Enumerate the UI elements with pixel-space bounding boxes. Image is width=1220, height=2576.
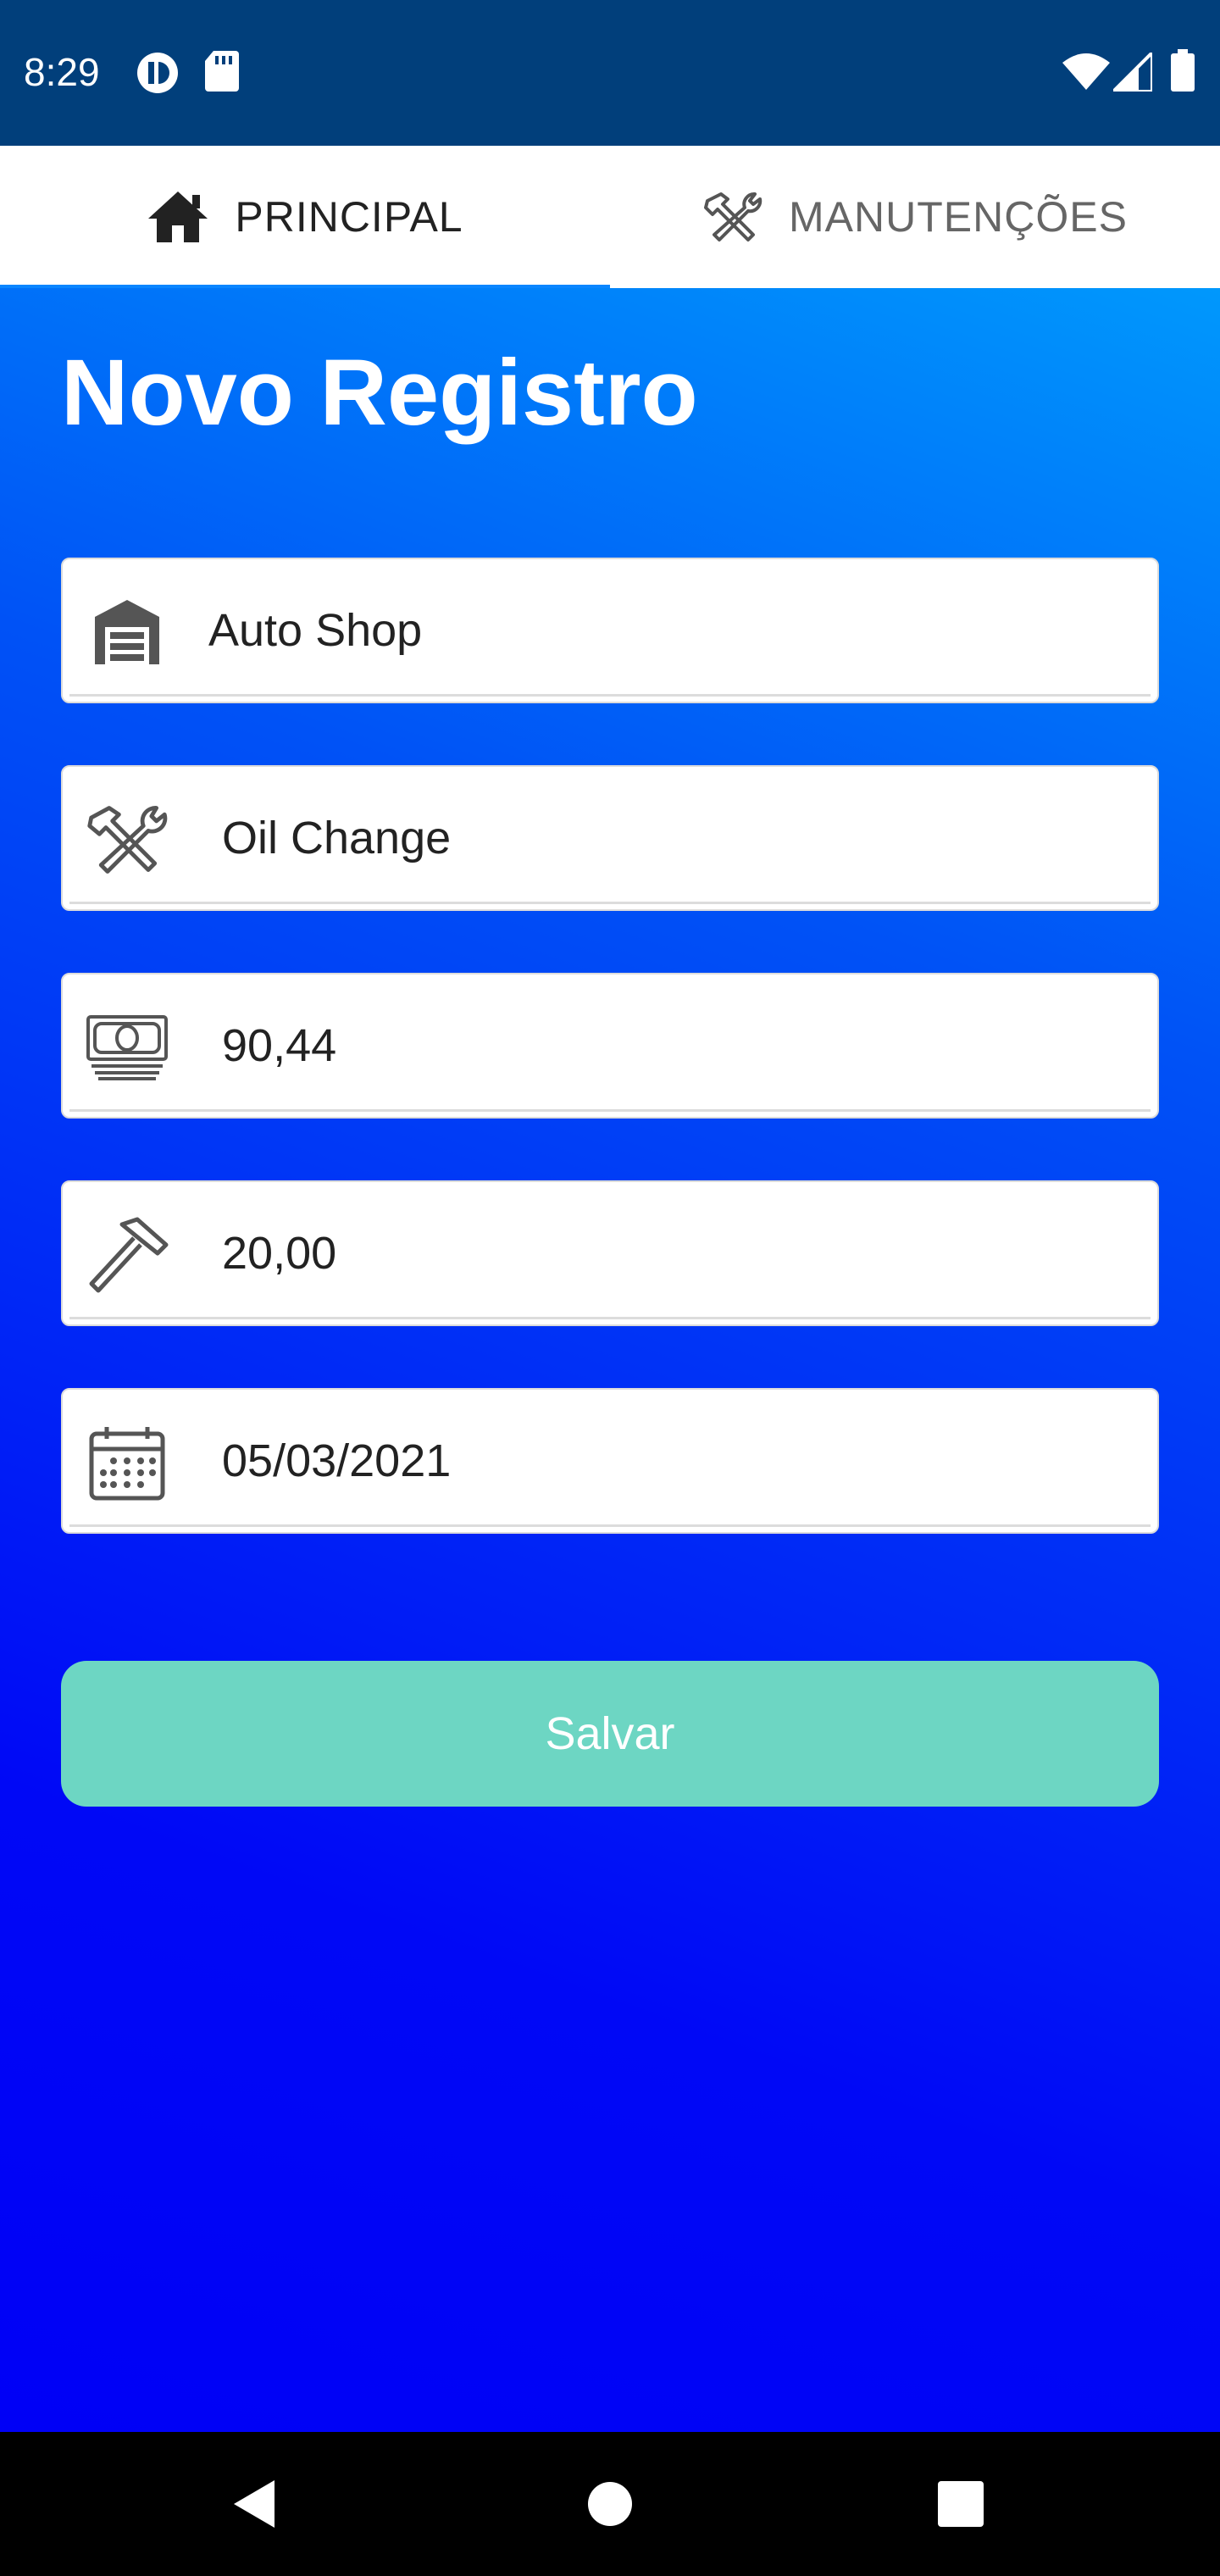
tab-manutencoes[interactable]: MANUTENÇÕES [610,146,1220,288]
tools-icon [702,191,763,243]
cost-field [61,973,1159,1119]
service-input[interactable] [222,767,1120,909]
home-icon [147,190,209,244]
sd-card-icon [205,51,239,96]
calendar-icon [85,1420,169,1505]
tab-manutencoes-label: MANUTENÇÕES [789,193,1128,241]
status-time: 8:29 [24,50,100,94]
money-icon [85,1005,169,1090]
home-circle-icon[interactable] [542,2432,678,2576]
shop-input[interactable] [208,559,1106,702]
labor-field [61,1180,1159,1326]
cost-input[interactable] [222,974,1120,1117]
recents-icon[interactable] [893,2432,1029,2576]
back-icon[interactable] [186,2432,322,2576]
labor-input[interactable] [222,1182,1120,1324]
tab-bar: PRINCIPAL MANUTENÇÕES [0,146,1220,291]
page-title: Novo Registro [61,341,698,445]
main-content: Novo Registro Auto Shop Oil Change 90,44… [0,288,1220,2432]
battery-icon [1171,49,1195,96]
tab-principal[interactable]: PRINCIPAL [0,146,610,288]
garage-icon [85,590,169,675]
service-field [61,765,1159,911]
navigation-bar [0,2432,1220,2576]
hammer-icon [85,1213,169,1297]
tab-principal-label: PRINCIPAL [235,193,463,241]
signal-icon [1109,48,1154,96]
wifi-icon [1062,53,1110,94]
tools-icon [85,797,169,882]
save-button[interactable]: Salvar [61,1661,1159,1807]
status-bar: 8:29 [0,0,1220,146]
shop-field [61,558,1159,703]
notification-icon [136,51,180,99]
date-field [61,1388,1159,1534]
date-input[interactable] [222,1390,1120,1532]
